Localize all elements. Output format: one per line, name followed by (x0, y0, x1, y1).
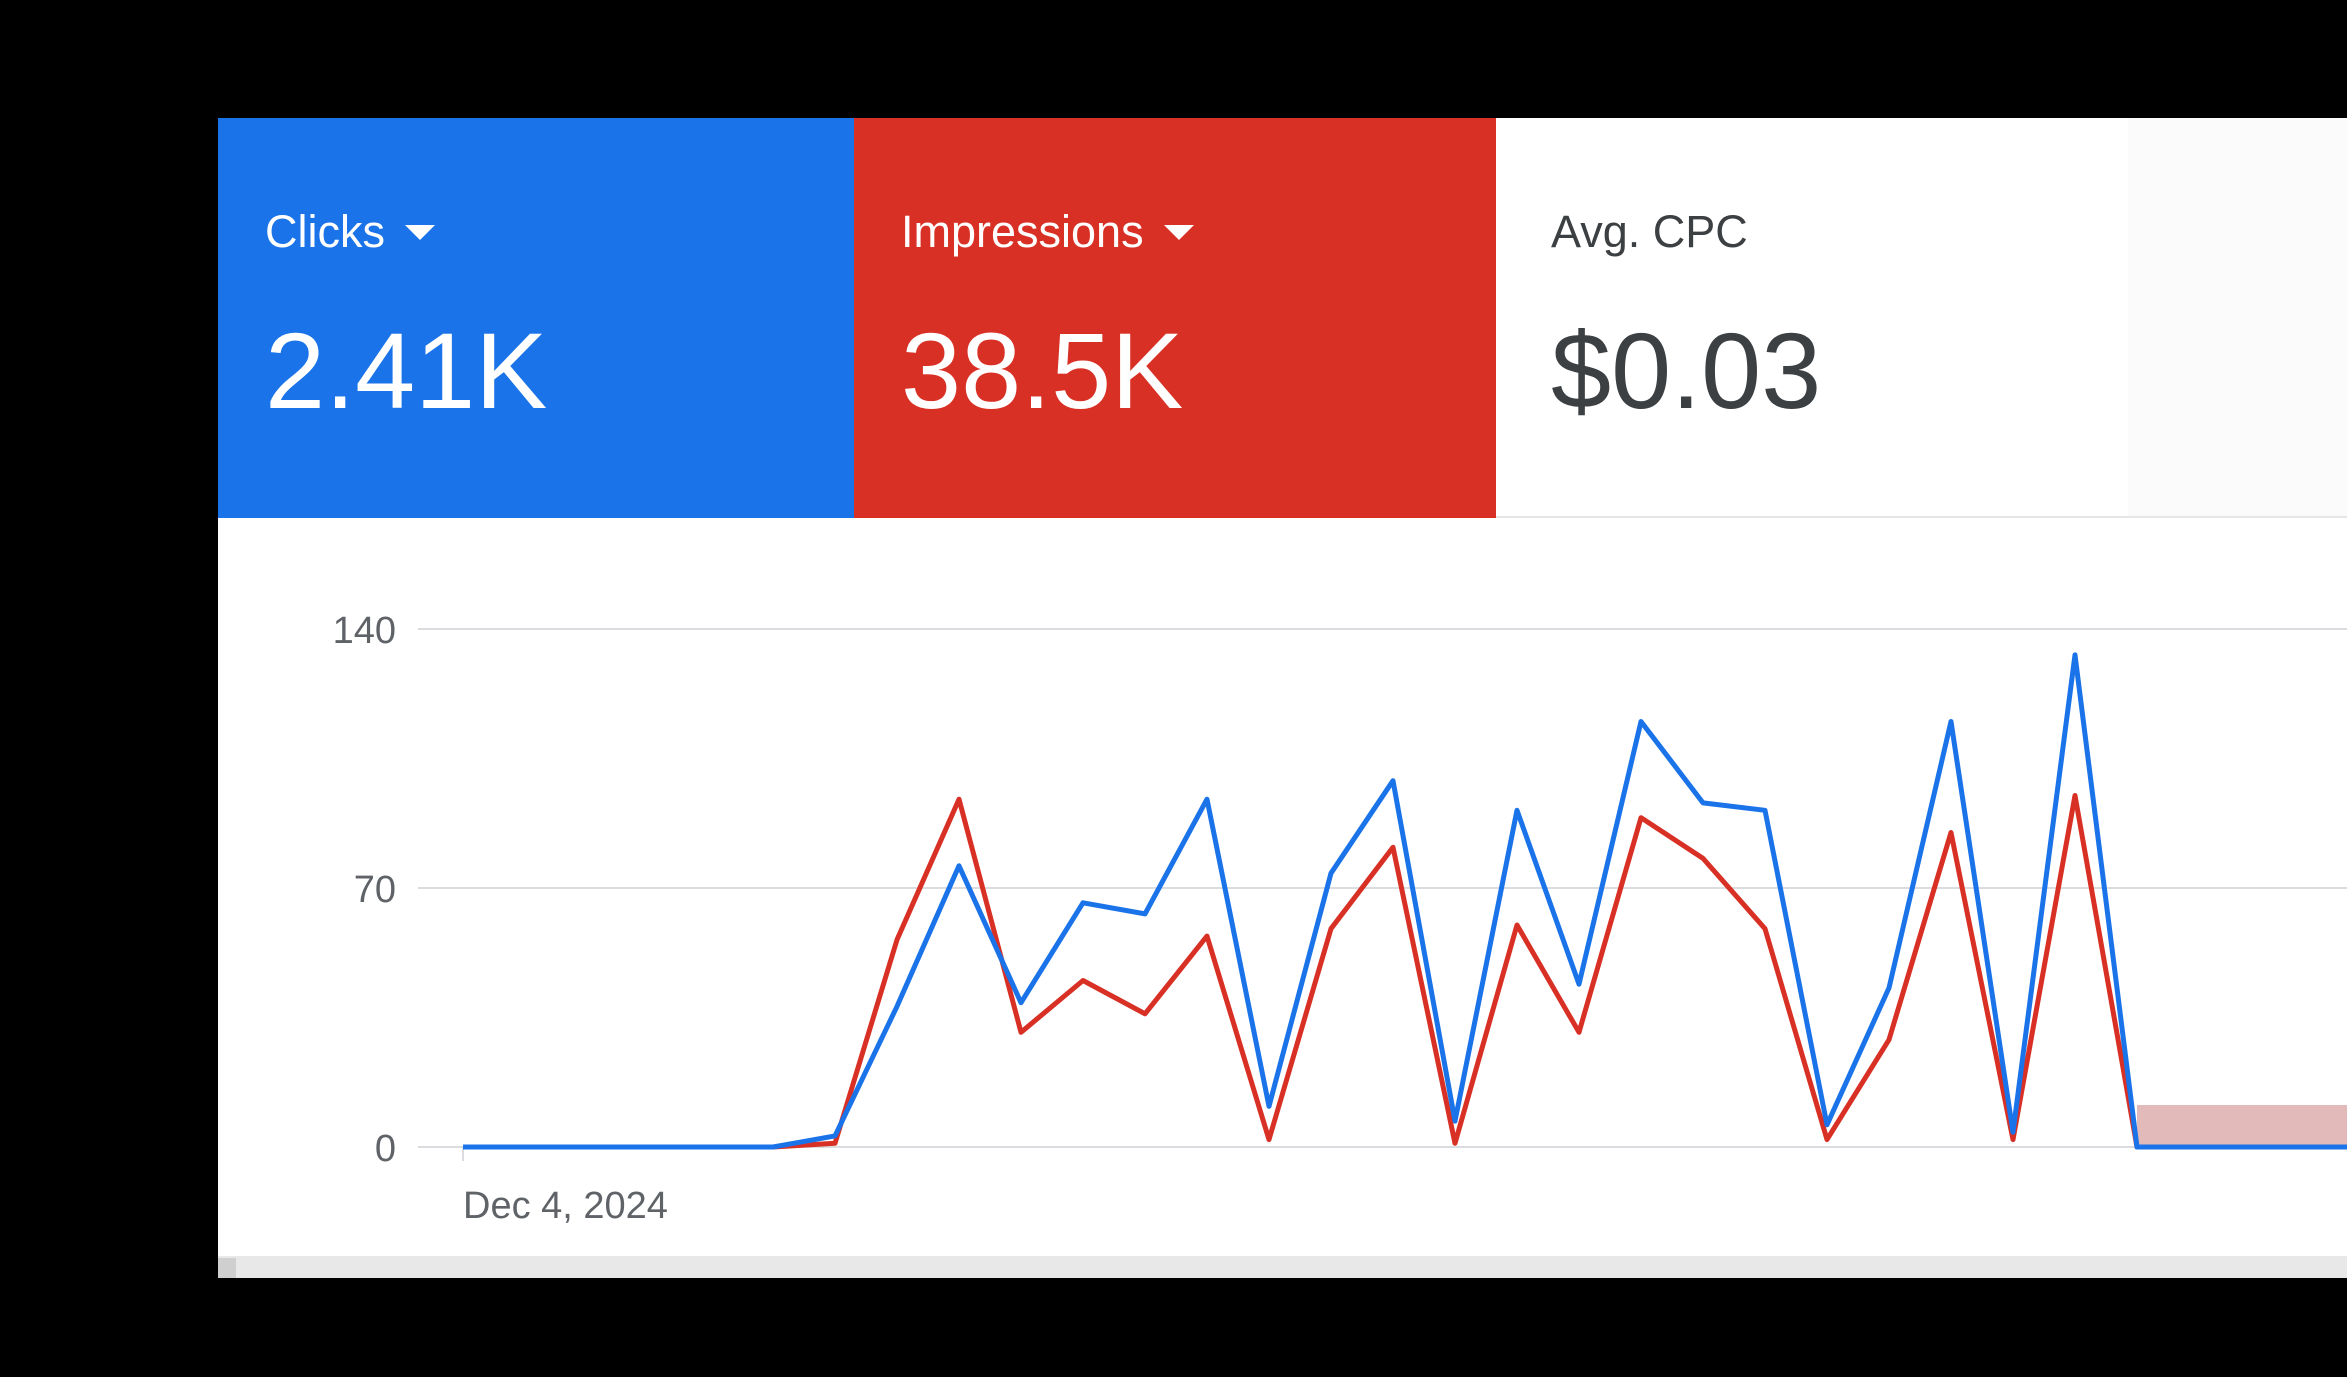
performance-chart: 140 70 0 Dec 4, 2024 (333, 610, 2347, 1227)
impressions-value: 38.5K (901, 310, 1184, 431)
y-tick-label: 70 (354, 869, 396, 911)
tail-area (2137, 1105, 2347, 1147)
caret-down-icon[interactable] (405, 224, 435, 240)
y-tick-label: 0 (375, 1128, 396, 1170)
impressions-tile[interactable]: Impressions 38.5K (854, 118, 1496, 518)
empty-tile (2128, 118, 2347, 518)
clicks-tile[interactable]: Clicks 2.41K (218, 118, 854, 518)
metric-tiles: Clicks 2.41K Impressions 38.5K Avg. CPC … (218, 118, 2347, 518)
avg-cpc-label-row: Avg. CPC (1551, 204, 1748, 260)
clicks-value: 2.41K (265, 310, 548, 431)
avg-cpc-label: Avg. CPC (1551, 206, 1748, 257)
card-bottom-border (218, 1256, 2347, 1278)
clicks-label-row: Clicks (265, 204, 435, 260)
impressions-label: Impressions (901, 206, 1144, 257)
avg-cpc-value: $0.03 (1551, 310, 1822, 431)
clicks-label: Clicks (265, 206, 385, 257)
performance-card: Clicks 2.41K Impressions 38.5K Avg. CPC … (218, 118, 2347, 1278)
x-axis-start-label: Dec 4, 2024 (463, 1185, 668, 1227)
chart-series (463, 652, 2347, 1150)
card-corner-shadow (218, 1258, 236, 1278)
impressions-label-row: Impressions (901, 204, 1194, 260)
y-tick-label: 140 (333, 610, 396, 652)
y-axis-ticks: 140 70 0 (333, 610, 396, 1170)
caret-down-icon[interactable] (1163, 224, 1194, 240)
avg-cpc-tile[interactable]: Avg. CPC $0.03 (1496, 118, 2128, 518)
